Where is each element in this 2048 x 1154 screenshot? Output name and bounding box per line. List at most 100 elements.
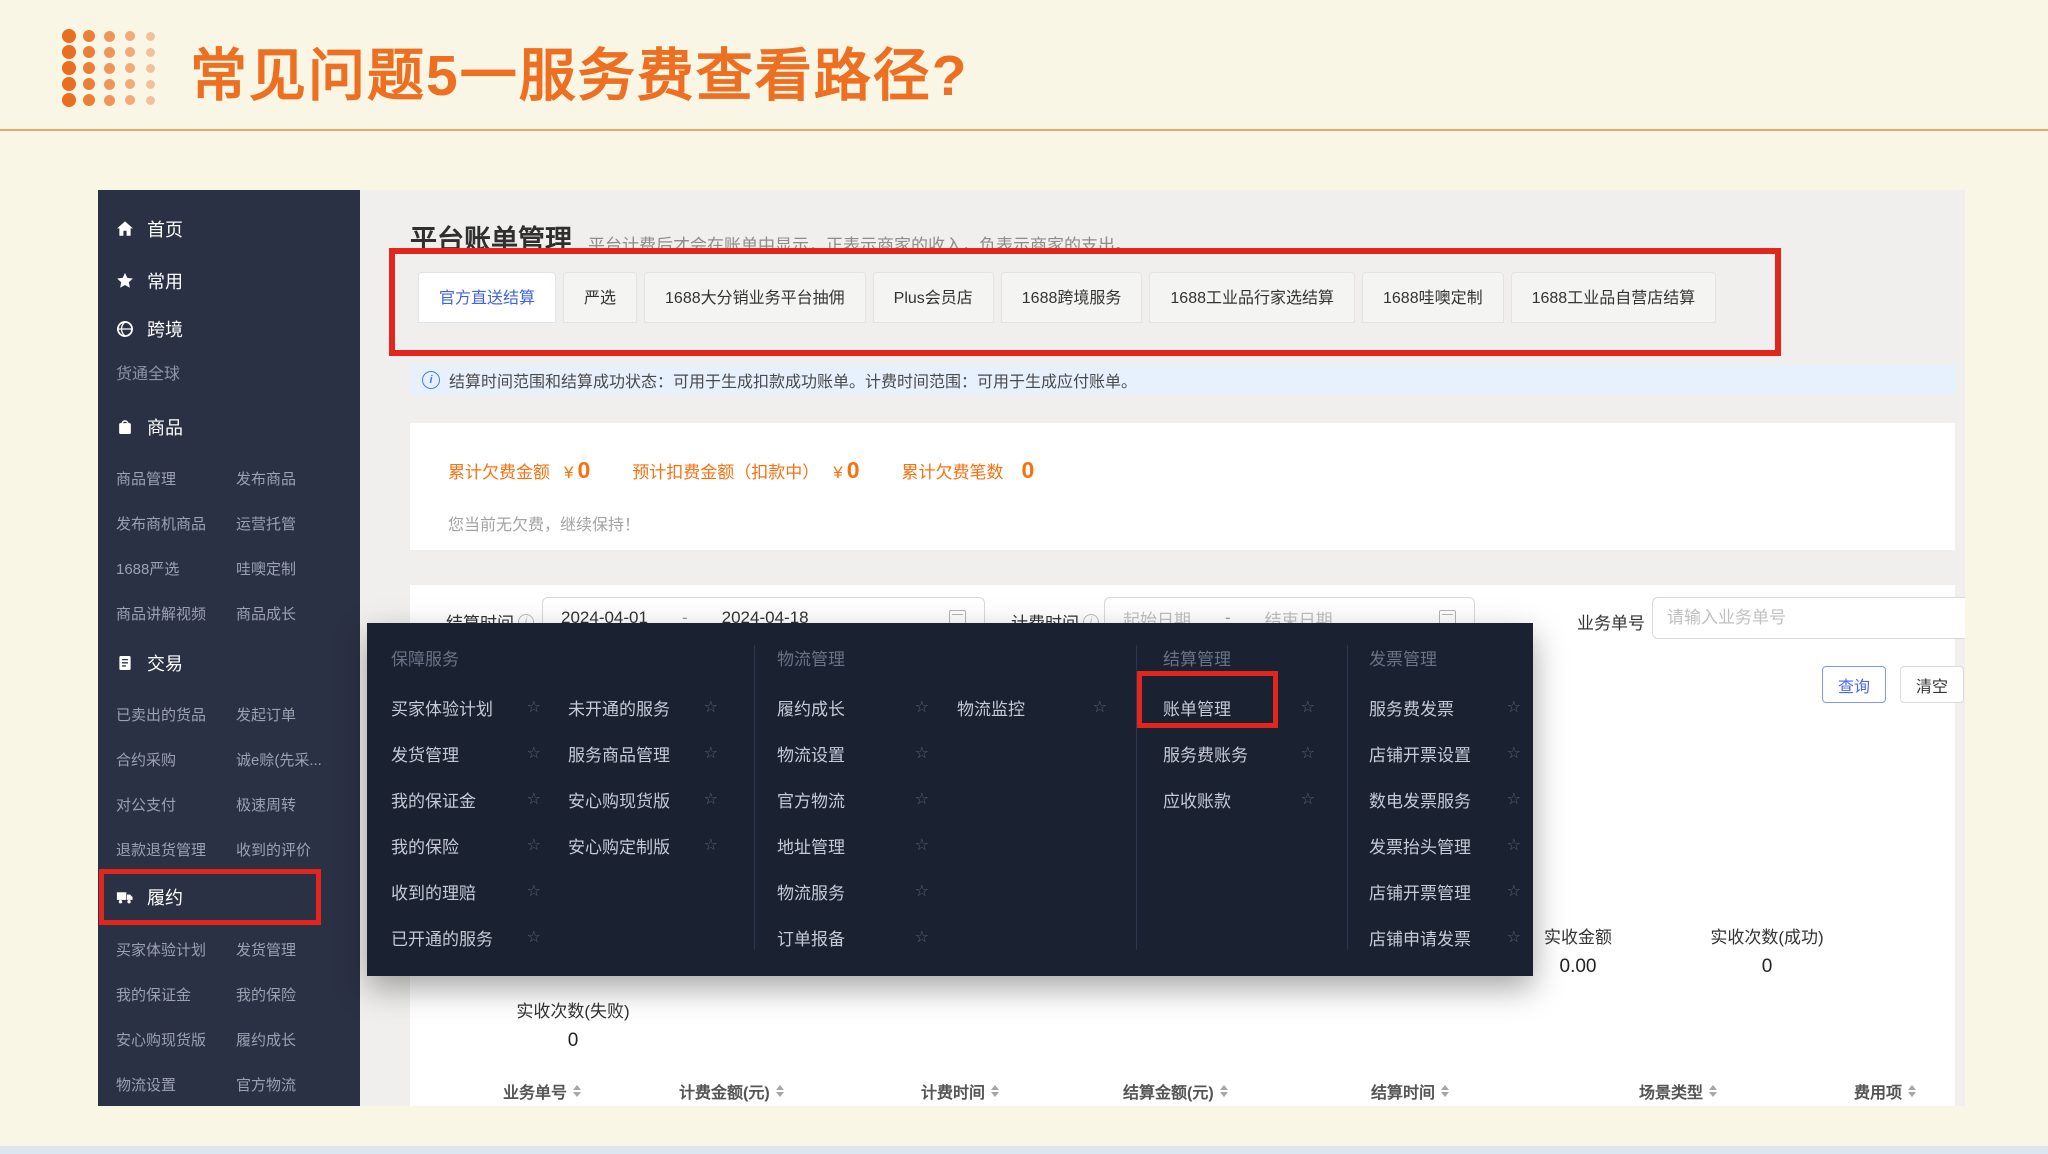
menu-item[interactable]: 地址管理☆ — [777, 831, 929, 859]
query-button[interactable]: 查询 — [1822, 666, 1886, 703]
favorite-star-icon[interactable]: ☆ — [704, 743, 718, 763]
menu-item[interactable]: 数电发票服务☆ — [1369, 785, 1521, 813]
menu-item[interactable]: 服务费发票☆ — [1369, 693, 1521, 721]
menu-item[interactable]: 账单管理☆ — [1163, 693, 1315, 721]
favorite-star-icon[interactable]: ☆ — [704, 789, 718, 809]
sidebar-link[interactable]: 1688严选 — [116, 558, 236, 579]
favorite-star-icon[interactable]: ☆ — [1507, 743, 1521, 763]
sidebar-item-global-goods[interactable]: 货通全球 — [116, 360, 180, 384]
sidebar-item-favorites[interactable]: 常用 — [116, 266, 183, 296]
favorite-star-icon[interactable]: ☆ — [1093, 697, 1107, 717]
favorite-star-icon[interactable]: ☆ — [527, 927, 541, 947]
sort-icon[interactable] — [1908, 1085, 1916, 1097]
tab[interactable]: 1688跨境服务 — [1001, 272, 1143, 323]
menu-item[interactable]: 店铺开票管理☆ — [1369, 877, 1521, 905]
menu-item[interactable]: 物流监控☆ — [957, 693, 1107, 721]
table-header-cell[interactable]: 业务单号 — [503, 1079, 581, 1103]
table-header-cell[interactable]: 场景类型 — [1639, 1079, 1717, 1103]
sidebar-link[interactable]: 收到的评价 — [236, 839, 322, 860]
table-header-cell[interactable]: 计费时间 — [921, 1079, 999, 1103]
menu-item[interactable]: 店铺申请发票☆ — [1369, 923, 1521, 951]
menu-item[interactable]: 我的保证金☆ — [391, 785, 541, 813]
menu-item[interactable]: 店铺开票设置☆ — [1369, 739, 1521, 767]
sidebar-link[interactable]: 发起订单 — [236, 704, 322, 725]
tab[interactable]: 1688工业品自营店结算 — [1511, 272, 1717, 323]
sidebar-link[interactable]: 履约成长 — [236, 1029, 296, 1050]
favorite-star-icon[interactable]: ☆ — [915, 835, 929, 855]
tab[interactable]: 官方直送结算 — [418, 272, 556, 323]
sidebar-item-home[interactable]: 首页 — [116, 214, 183, 244]
menu-item[interactable]: 未开通的服务☆ — [568, 693, 718, 721]
table-header-cell[interactable]: 结算金额(元) — [1123, 1079, 1228, 1103]
sidebar-link[interactable]: 官方物流 — [236, 1074, 296, 1095]
favorite-star-icon[interactable]: ☆ — [1507, 927, 1521, 947]
favorite-star-icon[interactable]: ☆ — [915, 743, 929, 763]
favorite-star-icon[interactable]: ☆ — [1301, 697, 1315, 717]
favorite-star-icon[interactable]: ☆ — [704, 835, 718, 855]
menu-item[interactable]: 我的保险☆ — [391, 831, 541, 859]
favorite-star-icon[interactable]: ☆ — [527, 697, 541, 717]
menu-item[interactable]: 收到的理赔☆ — [391, 877, 541, 905]
favorite-star-icon[interactable]: ☆ — [1301, 743, 1315, 763]
menu-item[interactable]: 物流服务☆ — [777, 877, 929, 905]
sidebar-section-trade[interactable]: 交易 — [116, 648, 183, 678]
menu-item[interactable]: 发货管理☆ — [391, 739, 541, 767]
favorite-star-icon[interactable]: ☆ — [527, 881, 541, 901]
sidebar-link[interactable]: 我的保险 — [236, 984, 296, 1005]
sort-icon[interactable] — [776, 1085, 784, 1097]
favorite-star-icon[interactable]: ☆ — [1301, 789, 1315, 809]
sidebar-link[interactable]: 退款退货管理 — [116, 839, 236, 860]
menu-item[interactable]: 应收账款☆ — [1163, 785, 1315, 813]
sidebar-link[interactable]: 发布商机商品 — [116, 513, 236, 534]
order-number-input[interactable] — [1652, 597, 1965, 639]
sidebar-link[interactable]: 合约采购 — [116, 749, 236, 770]
favorite-star-icon[interactable]: ☆ — [1507, 835, 1521, 855]
favorite-star-icon[interactable]: ☆ — [527, 789, 541, 809]
sidebar-link[interactable]: 商品成长 — [236, 603, 296, 624]
sidebar-link[interactable]: 发布商品 — [236, 468, 296, 489]
menu-item[interactable]: 买家体验计划☆ — [391, 693, 541, 721]
sort-icon[interactable] — [991, 1085, 999, 1097]
sidebar-link[interactable]: 安心购现货版 — [116, 1029, 236, 1050]
favorite-star-icon[interactable]: ☆ — [915, 697, 929, 717]
sidebar-link[interactable]: 哇噢定制 — [236, 558, 296, 579]
tab[interactable]: 严选 — [563, 272, 637, 323]
menu-item[interactable]: 已开通的服务☆ — [391, 923, 541, 951]
sort-icon[interactable] — [1709, 1085, 1717, 1097]
favorite-star-icon[interactable]: ☆ — [915, 789, 929, 809]
sidebar-link[interactable]: 我的保证金 — [116, 984, 236, 1005]
favorite-star-icon[interactable]: ☆ — [527, 743, 541, 763]
tab[interactable]: 1688大分销业务平台抽佣 — [644, 272, 866, 323]
favorite-star-icon[interactable]: ☆ — [1507, 697, 1521, 717]
favorite-star-icon[interactable]: ☆ — [915, 881, 929, 901]
table-header-cell[interactable]: 费用项 — [1854, 1079, 1916, 1103]
sidebar-link[interactable]: 物流设置 — [116, 1074, 236, 1095]
sidebar-link[interactable]: 发货管理 — [236, 939, 296, 960]
table-header-cell[interactable]: 计费金额(元) — [679, 1079, 784, 1103]
sidebar-link[interactable]: 诚e赊(先采... — [236, 749, 322, 770]
sidebar-section-goods[interactable]: 商品 — [116, 412, 183, 442]
menu-item[interactable]: 发票抬头管理☆ — [1369, 831, 1521, 859]
menu-item[interactable]: 官方物流☆ — [777, 785, 929, 813]
table-header-cell[interactable]: 结算时间 — [1371, 1079, 1449, 1103]
favorite-star-icon[interactable]: ☆ — [1507, 881, 1521, 901]
sidebar-link[interactable]: 运营托管 — [236, 513, 296, 534]
menu-item[interactable]: 安心购现货版☆ — [568, 785, 718, 813]
tab[interactable]: 1688哇噢定制 — [1362, 272, 1504, 323]
menu-item[interactable]: 服务商品管理☆ — [568, 739, 718, 767]
menu-item[interactable]: 服务费账务☆ — [1163, 739, 1315, 767]
sidebar-link[interactable]: 极速周转 — [236, 794, 322, 815]
tab[interactable]: Plus会员店 — [873, 272, 994, 323]
sidebar-link[interactable]: 商品讲解视频 — [116, 603, 236, 624]
sidebar-item-crossborder[interactable]: 跨境 — [116, 314, 183, 344]
favorite-star-icon[interactable]: ☆ — [1507, 789, 1521, 809]
tab[interactable]: 1688工业品行家选结算 — [1149, 272, 1355, 323]
sidebar-link[interactable]: 商品管理 — [116, 468, 236, 489]
menu-item[interactable]: 订单报备☆ — [777, 923, 929, 951]
sort-icon[interactable] — [1220, 1085, 1228, 1097]
sidebar-link[interactable]: 已卖出的货品 — [116, 704, 236, 725]
menu-item[interactable]: 物流设置☆ — [777, 739, 929, 767]
sort-icon[interactable] — [573, 1085, 581, 1097]
favorite-star-icon[interactable]: ☆ — [915, 927, 929, 947]
menu-item[interactable]: 安心购定制版☆ — [568, 831, 718, 859]
